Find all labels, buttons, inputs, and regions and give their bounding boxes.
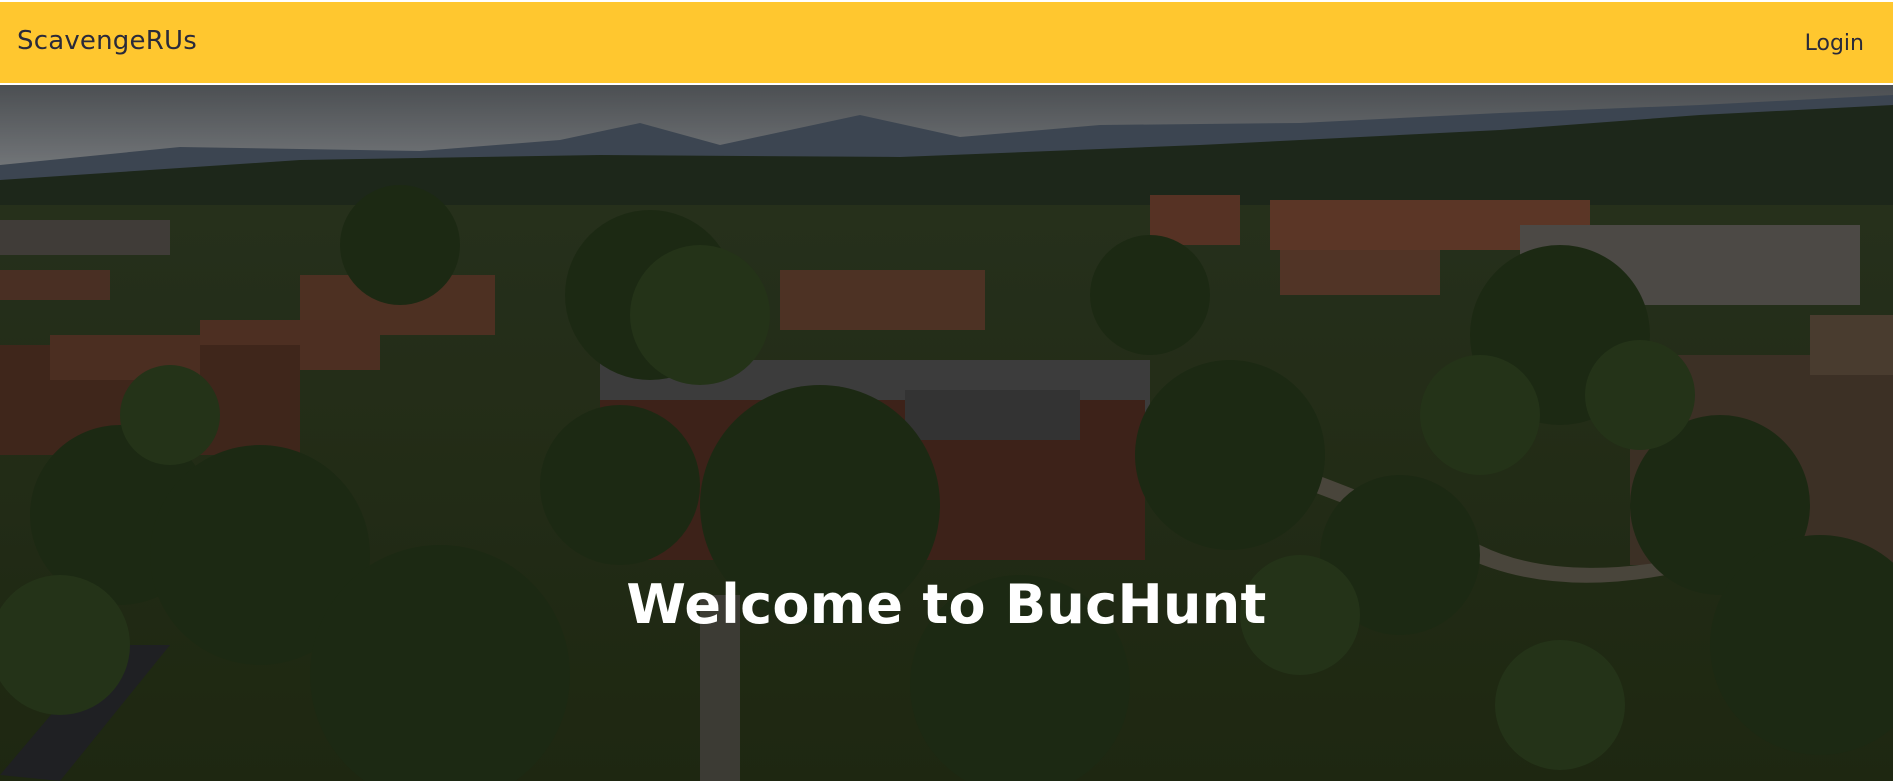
hero-banner: Welcome to BucHunt <box>0 85 1893 781</box>
campus-aerial-image <box>0 85 1893 781</box>
hero-title: Welcome to BucHunt <box>626 573 1267 636</box>
navbar: ScavengeRUs Login <box>0 0 1893 85</box>
login-link[interactable]: Login <box>1805 31 1864 56</box>
brand-link[interactable]: ScavengeRUs <box>17 26 197 56</box>
